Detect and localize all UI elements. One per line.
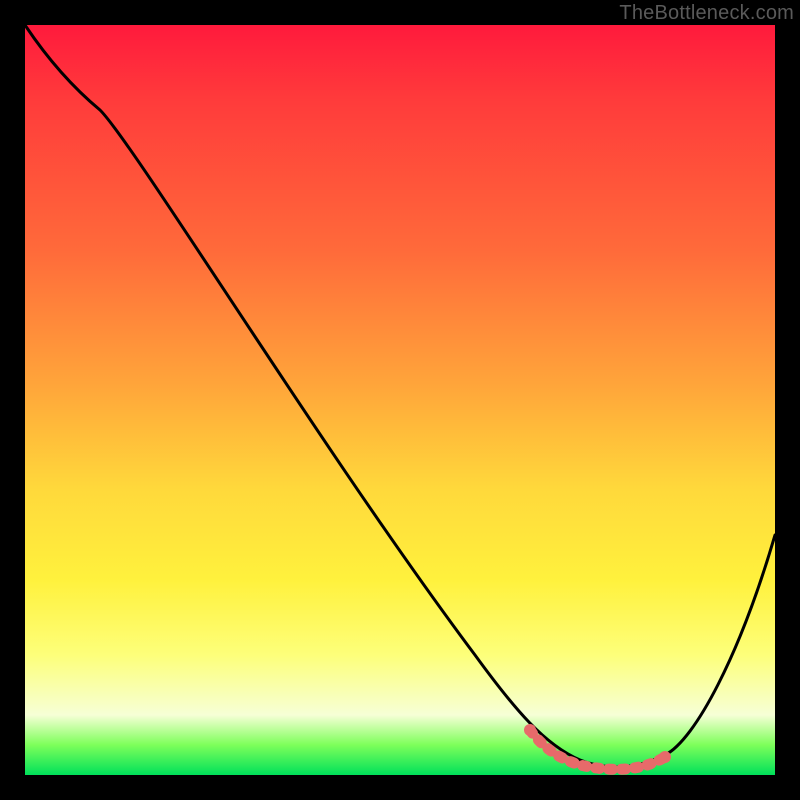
bottleneck-curve-path — [25, 25, 775, 767]
curve-svg — [25, 25, 775, 775]
chart-frame: TheBottleneck.com — [0, 0, 800, 800]
optimal-range-end-dot — [524, 724, 536, 736]
watermark-text: TheBottleneck.com — [619, 2, 794, 25]
plot-area — [25, 25, 775, 775]
optimal-range-path — [530, 730, 665, 769]
optimal-range-end-dot — [659, 751, 671, 763]
